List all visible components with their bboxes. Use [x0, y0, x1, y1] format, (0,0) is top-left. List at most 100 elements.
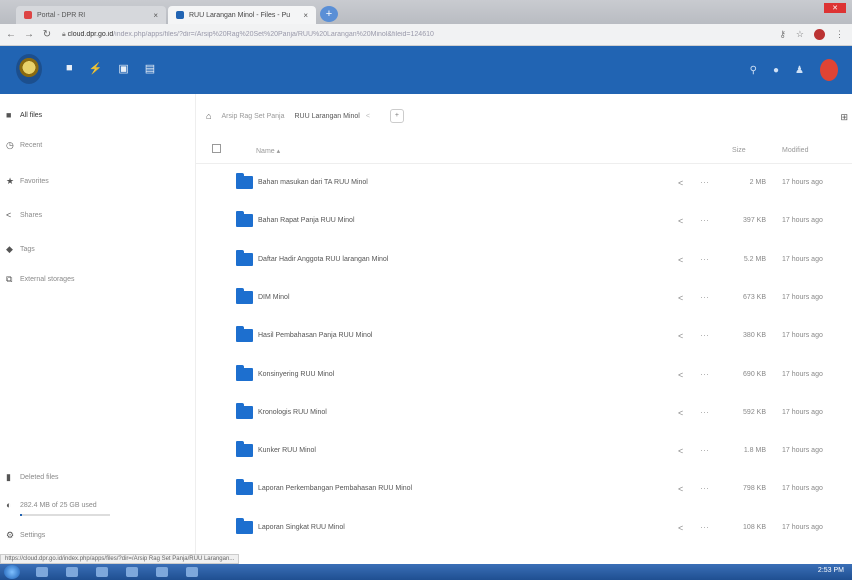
sidebar-item-favorites[interactable]: ★ Favorites: [6, 176, 49, 187]
file-name[interactable]: Konsinyering RUU Minol: [258, 371, 334, 378]
modified-column-header[interactable]: Modified: [782, 147, 808, 154]
grid-view-icon[interactable]: ⊞: [840, 112, 848, 123]
share-icon[interactable]: <: [678, 446, 683, 456]
table-row[interactable]: Bahan masukan dari TA RUU Minol < ··· 2 MB 1…: [196, 165, 852, 203]
forward-icon[interactable]: →: [22, 29, 36, 40]
url-field[interactable]: 🔒︎ cloud.dpr.go.id/index.php/apps/files/…: [62, 31, 582, 39]
close-window-button[interactable]: ✕: [824, 3, 846, 13]
table-row[interactable]: Daftar Hadir Anggota RUU larangan Minol <…: [196, 242, 852, 280]
tag-icon: ◆: [6, 244, 13, 254]
share-icon[interactable]: <: [678, 484, 683, 494]
file-name[interactable]: Bahan Rapat Panja RUU Minol: [258, 217, 355, 224]
gallery-icon[interactable]: ▣: [118, 62, 128, 75]
sidebar-item-label: External storages: [20, 276, 75, 283]
sidebar-item-label: Settings: [20, 532, 46, 539]
size-column-header[interactable]: Size: [732, 147, 746, 154]
taskbar-app-icon[interactable]: [96, 567, 108, 577]
browser-tab-files[interactable]: RUU Larangan Minol - Files - Pu ×: [168, 6, 316, 24]
sidebar-item-label: Tags: [20, 246, 35, 253]
file-name[interactable]: Laporan Singkat RUU Minol: [258, 524, 345, 531]
clock-icon: ◷: [6, 140, 14, 150]
share-icon[interactable]: <: [678, 408, 683, 418]
back-icon[interactable]: ←: [4, 29, 18, 40]
folder-icon: [236, 364, 253, 381]
file-modified: 17 hours ago: [782, 217, 823, 225]
taskbar-app-icon[interactable]: [66, 567, 78, 577]
new-button[interactable]: +: [389, 109, 404, 123]
taskbar-app-icon[interactable]: [126, 567, 138, 577]
file-name[interactable]: Kronologis RUU Minol: [258, 409, 327, 416]
notifications-icon[interactable]: ●: [773, 65, 779, 76]
dpr-logo[interactable]: [16, 54, 42, 84]
table-row[interactable]: Laporan Perkembangan Pembahasan RUU Mino…: [196, 471, 852, 509]
browser-tab-bar: Portal - DPR RI × RUU Larangan Minol - F…: [0, 0, 852, 24]
share-icon[interactable]: <: [366, 113, 370, 120]
folder-icon: [236, 402, 253, 419]
activity-icon[interactable]: ⚡: [89, 62, 103, 75]
portal-favicon-icon: [24, 11, 32, 19]
notes-icon[interactable]: ▤: [145, 62, 155, 75]
file-modified: 17 hours ago: [782, 332, 823, 340]
table-row[interactable]: Bahan Rapat Panja RUU Minol < ··· 397 KB 17 …: [196, 203, 852, 241]
folder-icon: [236, 441, 253, 458]
table-row[interactable]: Hasil Pembahasan Panja RUU Minol < ··· 380 …: [196, 318, 852, 356]
file-name[interactable]: Kunker RUU Minol: [258, 447, 316, 454]
file-name[interactable]: Hasil Pembahasan Panja RUU Minol: [258, 332, 372, 339]
profile-icon[interactable]: [814, 29, 825, 40]
table-row[interactable]: Kronologis RUU Minol < ··· 592 KB 17 hours a…: [196, 395, 852, 433]
file-size: 5.2 MB: [743, 255, 766, 263]
table-row[interactable]: Laporan Singkat RUU Minol < ··· 108 KB 17 ho…: [196, 510, 852, 548]
share-icon[interactable]: <: [678, 523, 683, 533]
star-icon: ★: [6, 176, 15, 186]
files-app-icon[interactable]: ■: [66, 62, 73, 75]
taskbar-app-icon[interactable]: [156, 567, 168, 577]
file-modified: 17 hours ago: [782, 293, 823, 301]
sidebar-item-settings[interactable]: ⚙ Settings: [6, 530, 45, 541]
close-tab-icon[interactable]: ×: [153, 11, 158, 20]
pie-chart-icon: ◐: [6, 500, 12, 510]
reload-icon[interactable]: ↻: [40, 29, 54, 40]
share-icon[interactable]: <: [678, 331, 683, 341]
table-row[interactable]: Kunker RUU Minol < ··· 1.8 MB 17 hours ago: [196, 433, 852, 471]
browser-tab-portal[interactable]: Portal - DPR RI ×: [16, 6, 166, 24]
new-tab-button[interactable]: +: [320, 6, 338, 22]
sidebar-item-deleted-files[interactable]: ▮ Deleted files: [6, 472, 59, 483]
folder-icon: [236, 326, 253, 343]
sidebar-item-tags[interactable]: ◆ Tags: [6, 244, 35, 255]
breadcrumb-item-parent[interactable]: Arsip Rag Set Panja: [221, 113, 284, 120]
bookmark-star-icon[interactable]: ☆: [796, 29, 804, 40]
file-name[interactable]: DIM Minol: [258, 294, 290, 301]
folder-icon: [236, 517, 253, 534]
menu-dots-icon[interactable]: ⋮: [835, 29, 844, 40]
sidebar-item-external-storages[interactable]: ⧉ External storages: [6, 274, 74, 285]
taskbar-app-icon[interactable]: [186, 567, 198, 577]
share-icon[interactable]: <: [678, 370, 683, 380]
sidebar-item-recent[interactable]: ◷ Recent: [6, 140, 42, 151]
name-column-header[interactable]: Name ▴: [256, 147, 280, 155]
share-icon[interactable]: <: [678, 255, 683, 265]
search-icon[interactable]: ⚲: [750, 65, 757, 76]
sidebar-item-all-files[interactable]: ■ All files: [6, 110, 42, 120]
close-tab-icon[interactable]: ×: [303, 11, 308, 20]
external-storage-icon: ⧉: [6, 274, 13, 284]
breadcrumb-item-current[interactable]: RUU Larangan Minol: [294, 113, 359, 120]
file-name[interactable]: Bahan masukan dari TA RUU Minol: [258, 179, 368, 186]
start-button[interactable]: [4, 565, 20, 579]
file-name[interactable]: Daftar Hadir Anggota RUU larangan Minol: [258, 256, 388, 263]
key-icon[interactable]: ⚷: [779, 29, 786, 40]
share-icon: <: [6, 210, 12, 220]
user-avatar[interactable]: [820, 59, 838, 81]
share-icon[interactable]: <: [678, 178, 683, 188]
sidebar-item-shares[interactable]: < Shares: [6, 210, 42, 220]
select-all-checkbox[interactable]: [212, 144, 221, 153]
file-size: 1.8 MB: [743, 447, 766, 455]
table-row[interactable]: Konsinyering RUU Minol < ··· 690 KB 17 hours…: [196, 357, 852, 395]
file-name[interactable]: Laporan Perkembangan Pembahasan RUU Mino…: [258, 485, 412, 492]
home-icon[interactable]: ⌂: [206, 111, 211, 121]
table-row[interactable]: DIM Minol < ··· 673 KB 17 hours ago: [196, 280, 852, 318]
share-icon[interactable]: <: [678, 216, 683, 226]
folder-icon: [236, 249, 253, 266]
taskbar-app-icon[interactable]: [36, 567, 48, 577]
contacts-icon[interactable]: ♟: [795, 65, 804, 76]
share-icon[interactable]: <: [678, 293, 683, 303]
